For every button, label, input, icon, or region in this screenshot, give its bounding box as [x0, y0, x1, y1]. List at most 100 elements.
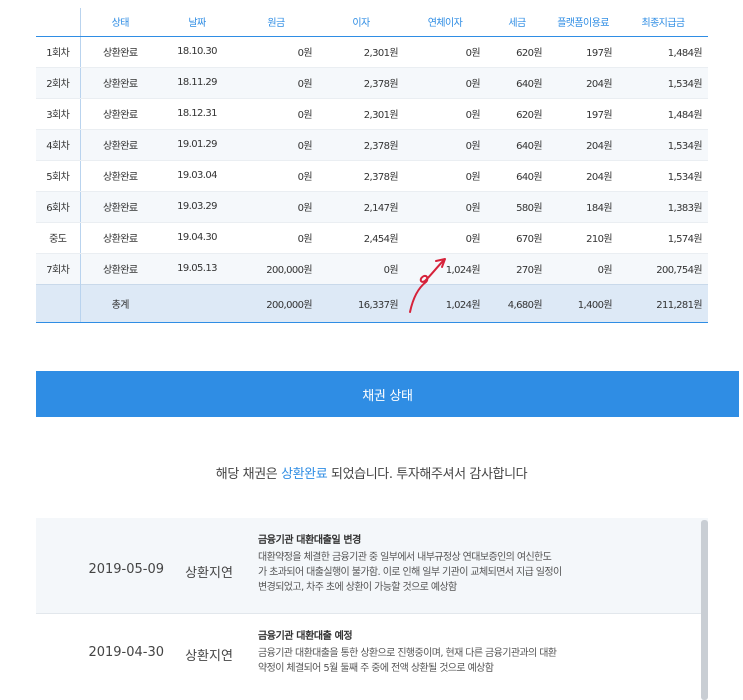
- history-title: 금융기관 대환대출일 변경: [258, 535, 361, 546]
- total-empty-cell: [36, 283, 81, 323]
- cell-platform-fee: 0원: [548, 253, 618, 284]
- history-content: 금융기관 대환대출 예정 금융기관 대환대출을 통한 상환으로 진행중이며, 현…: [242, 627, 642, 676]
- cell-interest: 2,301원: [318, 98, 404, 130]
- cell-round: 2회차: [36, 67, 81, 99]
- table-row: 중도 상환완료 19.04.30 0원 2,454원 0원 670원 210원 …: [36, 222, 708, 254]
- message-highlight: 상환완료: [281, 467, 328, 482]
- cell-status: 상환완료: [80, 222, 160, 254]
- total-interest: 16,337원: [318, 283, 404, 323]
- cell-principal: 0원: [234, 160, 318, 192]
- header-tax: 세금: [486, 8, 548, 37]
- cell-platform-fee: 197원: [548, 98, 618, 130]
- total-platform-fee: 1,400원: [548, 283, 618, 323]
- history-body-line: 금융기관 대환대출을 통한 상환으로 진행중이며, 현재 다른 금융기관과의 대…: [258, 648, 557, 659]
- history-title: 금융기관 대환대출 예정: [258, 631, 353, 642]
- cell-final-payment: 1,383원: [618, 191, 708, 223]
- total-date-cell: [160, 283, 234, 323]
- cell-tax: 620원: [486, 98, 548, 130]
- cell-date: 19.03.04: [160, 160, 234, 192]
- cell-principal: 0원: [234, 67, 318, 99]
- cell-date: 18.10.30: [160, 36, 234, 68]
- cell-final-payment: 1,484원: [618, 36, 708, 68]
- cell-tax: 670원: [486, 222, 548, 254]
- repayment-table: 상태 날짜 원금 이자 연체이자 세금 플랫폼이용료 최종지급금 1회차 상환완…: [36, 8, 708, 323]
- cell-platform-fee: 204원: [548, 67, 618, 99]
- cell-interest: 2,147원: [318, 191, 404, 223]
- cell-round: 4회차: [36, 129, 81, 161]
- message-suffix: 되었습니다. 투자해주셔서 감사합니다: [327, 467, 528, 482]
- cell-round: 1회차: [36, 36, 81, 68]
- history-body-line: 변경되었고, 차주 초에 상환이 가능할 것으로 예상함: [258, 582, 457, 593]
- table-row: 3회차 상환완료 18.12.31 0원 2,301원 0원 620원 197원…: [36, 98, 708, 130]
- history-date: 2019-04-30: [88, 645, 164, 660]
- cell-final-payment: 1,574원: [618, 222, 708, 254]
- cell-late-interest: 0원: [404, 129, 486, 161]
- history-scrollbar[interactable]: [701, 520, 708, 700]
- cell-platform-fee: 204원: [548, 129, 618, 161]
- cell-platform-fee: 210원: [548, 222, 618, 254]
- header-status: 상태: [80, 8, 160, 37]
- cell-status: 상환완료: [80, 67, 160, 99]
- history-body-line: 대환약정을 체결한 금융기관 중 일부에서 내부규정상 연대보증인의 여신한도: [258, 552, 552, 563]
- cell-interest: 2,378원: [318, 67, 404, 99]
- cell-date: 19.04.30: [160, 222, 234, 254]
- cell-final-payment: 1,534원: [618, 129, 708, 161]
- total-label: 총계: [80, 283, 160, 323]
- cell-interest: 2,378원: [318, 129, 404, 161]
- history-body: 대환약정을 체결한 금융기관 중 일부에서 내부규정상 연대보증인의 여신한도 …: [258, 550, 642, 595]
- cell-final-payment: 1,534원: [618, 67, 708, 99]
- cell-interest: 2,378원: [318, 160, 404, 192]
- cell-tax: 580원: [486, 191, 548, 223]
- cell-principal: 0원: [234, 98, 318, 130]
- header-principal: 원금: [234, 8, 318, 37]
- header-interest: 이자: [318, 8, 404, 37]
- message-prefix: 해당 채권은: [215, 467, 282, 482]
- table-row: 1회차 상환완료 18.10.30 0원 2,301원 0원 620원 197원…: [36, 36, 708, 68]
- status-history-list[interactable]: 2019-05-09 상환지연 금융기관 대환대출일 변경 대환약정을 체결한 …: [36, 518, 708, 700]
- cell-platform-fee: 204원: [548, 160, 618, 192]
- cell-tax: 640원: [486, 129, 548, 161]
- cell-date: 18.11.29: [160, 67, 234, 99]
- cell-final-payment: 200,754원: [618, 253, 708, 284]
- table-total-row: 총계 200,000원 16,337원 1,024원 4,680원 1,400원…: [36, 283, 708, 323]
- table-row: 4회차 상환완료 19.01.29 0원 2,378원 0원 640원 204원…: [36, 129, 708, 161]
- header-final-payment: 최종지급금: [618, 8, 708, 37]
- cell-round: 5회차: [36, 160, 81, 192]
- total-tax: 4,680원: [486, 283, 548, 323]
- cell-date: 19.03.29: [160, 191, 234, 223]
- cell-tax: 640원: [486, 160, 548, 192]
- header-platform-fee: 플랫폼이용료: [548, 8, 618, 37]
- table-row: 5회차 상환완료 19.03.04 0원 2,378원 0원 640원 204원…: [36, 160, 708, 192]
- bond-status-message: 해당 채권은 상환완료 되었습니다. 투자해주셔서 감사합니다: [0, 463, 743, 482]
- total-final-payment: 211,281원: [618, 283, 708, 323]
- cell-status: 상환완료: [80, 36, 160, 68]
- cell-interest: 2,454원: [318, 222, 404, 254]
- history-body-line: 약정이 체결되어 5월 둘째 주 중에 전액 상환될 것으로 예상함: [258, 663, 494, 674]
- table-row: 2회차 상환완료 18.11.29 0원 2,378원 0원 640원 204원…: [36, 67, 708, 99]
- history-scrollbar-thumb[interactable]: [701, 520, 708, 700]
- bond-status-title: 채권 상태: [362, 388, 413, 404]
- cell-date: 18.12.31: [160, 98, 234, 130]
- cell-principal: 200,000원: [234, 253, 318, 284]
- cell-round: 중도: [36, 222, 81, 254]
- table-header-row: 상태 날짜 원금 이자 연체이자 세금 플랫폼이용료 최종지급금: [36, 8, 708, 37]
- cell-principal: 0원: [234, 36, 318, 68]
- cell-status: 상환완료: [80, 191, 160, 223]
- cell-tax: 270원: [486, 253, 548, 284]
- cell-platform-fee: 197원: [548, 36, 618, 68]
- total-principal: 200,000원: [234, 283, 318, 323]
- cell-late-interest: 0원: [404, 191, 486, 223]
- history-body-line: 가 초과되어 대출실행이 불가함. 이로 인해 일부 기관이 교체되면서 지급 …: [258, 567, 562, 578]
- cell-principal: 0원: [234, 129, 318, 161]
- cell-late-interest: 0원: [404, 98, 486, 130]
- cell-tax: 640원: [486, 67, 548, 99]
- cell-status: 상환완료: [80, 160, 160, 192]
- cell-platform-fee: 184원: [548, 191, 618, 223]
- header-round: [36, 8, 81, 37]
- cell-status: 상환완료: [80, 253, 160, 284]
- cell-late-interest: 0원: [404, 67, 486, 99]
- history-body: 금융기관 대환대출을 통한 상환으로 진행중이며, 현재 다른 금융기관과의 대…: [258, 646, 642, 676]
- cell-interest: 0원: [318, 253, 404, 284]
- history-content: 금융기관 대환대출일 변경 대환약정을 체결한 금융기관 중 일부에서 내부규정…: [242, 531, 642, 595]
- table-row: 6회차 상환완료 19.03.29 0원 2,147원 0원 580원 184원…: [36, 191, 708, 223]
